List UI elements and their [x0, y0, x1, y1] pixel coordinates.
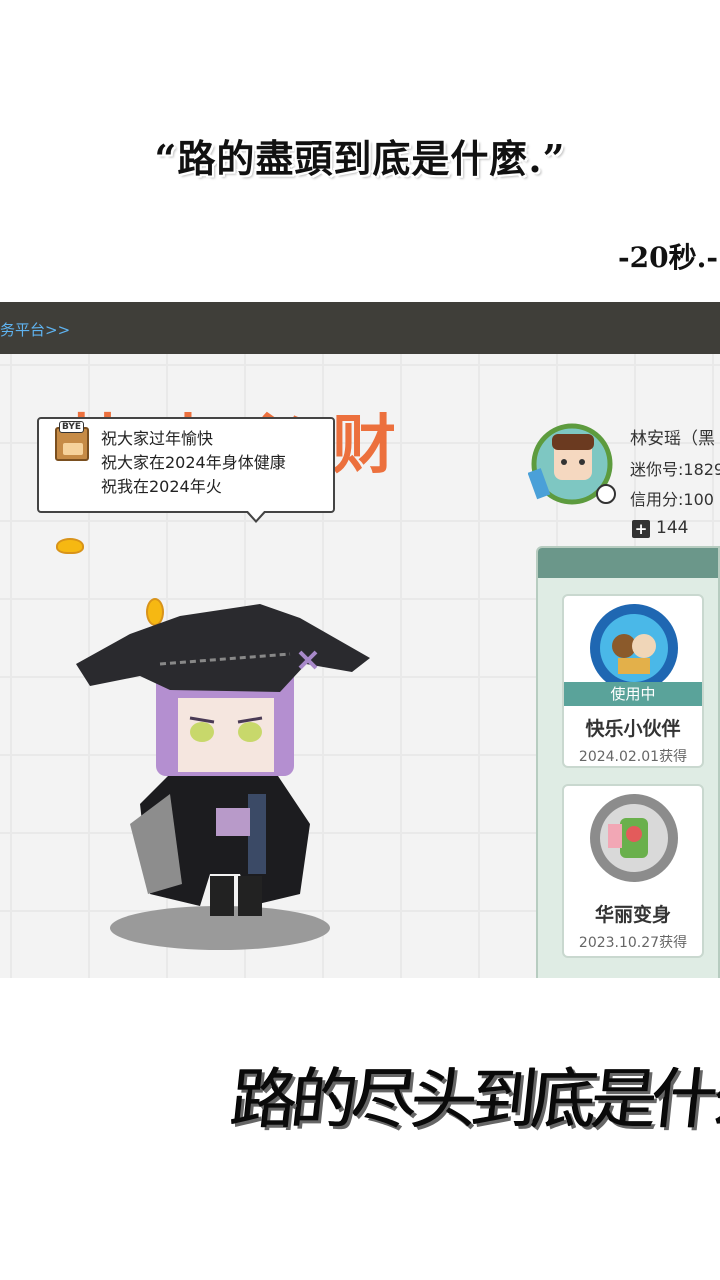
panel-header	[538, 548, 718, 578]
credit-score: 信用分:100	[630, 490, 714, 509]
like-count: 144	[656, 518, 689, 538]
player-profile: 林安瑶（黑 迷你号:1829 信用分:100 + 144	[528, 420, 720, 550]
caption-text: 路的尽头到底是什么	[227, 1061, 720, 1138]
gold-ingot-icon	[56, 538, 84, 554]
service-platform-link[interactable]: 务平台>>	[0, 319, 70, 340]
mini-id: 迷你号:1829	[630, 460, 720, 479]
bubble-line-2: 祝大家在2024年身体健康	[101, 453, 286, 472]
card-date: 2023.10.27获得	[578, 935, 688, 951]
plus-icon: +	[632, 520, 650, 538]
card-title: 华丽变身	[594, 904, 671, 926]
top-bar: 务平台>>	[0, 302, 720, 354]
bye-icon-label: BYE	[59, 421, 85, 433]
bubble-line-1: 祝大家过年愉快	[101, 429, 214, 448]
bye-icon: BYE	[55, 421, 89, 461]
scene-area: 快来必财 BYE 祝大家过年愉快 祝大家在2024年身体健康 祝我在2024年火	[0, 354, 720, 978]
bubble-line-3: 祝我在2024年火	[101, 477, 222, 496]
badge-card-happy-partner[interactable]: 使用中 快乐小伙伴 2024.02.01获得	[562, 594, 704, 768]
quote-title: “路的盡頭到底是什麼.”	[154, 136, 566, 181]
speech-bubble: BYE 祝大家过年愉快 祝大家在2024年身体健康 祝我在2024年火	[37, 417, 335, 523]
badge-card-transformation[interactable]: 华丽变身 2023.10.27获得	[562, 784, 704, 958]
duration-label: -20秒.-	[618, 241, 718, 274]
in-use-status: 使用中	[564, 682, 702, 706]
happy-partner-badge-icon	[590, 604, 678, 692]
character-avatar[interactable]	[70, 594, 390, 974]
card-title: 快乐小伙伴	[585, 718, 681, 740]
player-name: 林安瑶（黑	[630, 429, 715, 449]
player-avatar-icon[interactable]	[528, 420, 618, 510]
transformation-badge-icon	[590, 794, 678, 882]
card-date: 2024.02.01获得	[578, 749, 688, 765]
badge-panel: 使用中 快乐小伙伴 2024.02.01获得 华丽变身 2023.10.27获得	[536, 546, 720, 978]
game-screenshot: 务平台>> 快来必财 BYE 祝大家过年愉快 祝大家在2024年身体健康 祝我在…	[0, 302, 720, 978]
